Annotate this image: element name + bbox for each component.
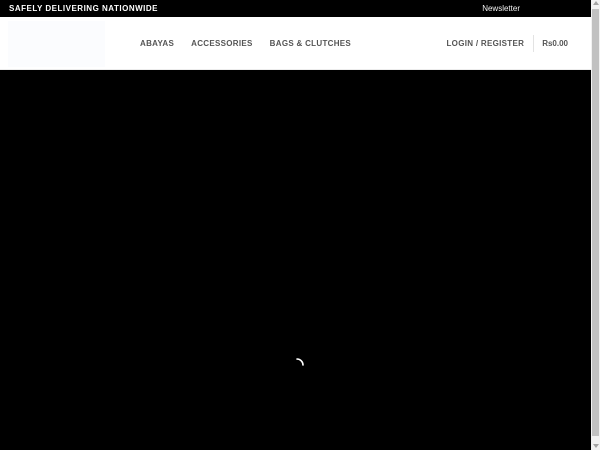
cart-total-link[interactable]: Rs0.00 [542, 39, 568, 48]
nav-item-accessories[interactable]: ACCESSORIES [191, 39, 253, 48]
login-register-link[interactable]: LOGIN / REGISTER [447, 39, 525, 48]
page: SAFELY DELIVERING NATIONWIDE Newsletter … [0, 0, 591, 450]
site-logo[interactable] [8, 21, 105, 67]
site-header: ABAYAS ACCESSORIES BAGS & CLUTCHES LOGIN… [0, 17, 591, 70]
hero-banner [0, 70, 591, 450]
spinner-icon [296, 358, 304, 366]
scrollbar-thumb[interactable] [592, 9, 599, 436]
newsletter-link[interactable]: Newsletter [482, 4, 520, 13]
announcement-text: SAFELY DELIVERING NATIONWIDE [9, 4, 158, 13]
scroll-up-arrow-icon[interactable] [593, 1, 599, 5]
vertical-scrollbar[interactable] [591, 0, 600, 450]
scroll-down-arrow-icon[interactable] [593, 444, 599, 448]
header-divider [533, 35, 535, 52]
main-nav: ABAYAS ACCESSORIES BAGS & CLUTCHES [140, 17, 368, 70]
topbar: SAFELY DELIVERING NATIONWIDE Newsletter [0, 0, 591, 17]
nav-item-abayas[interactable]: ABAYAS [140, 39, 174, 48]
nav-item-bags-clutches[interactable]: BAGS & CLUTCHES [270, 39, 351, 48]
header-actions: LOGIN / REGISTER Rs0.00 [447, 17, 568, 70]
